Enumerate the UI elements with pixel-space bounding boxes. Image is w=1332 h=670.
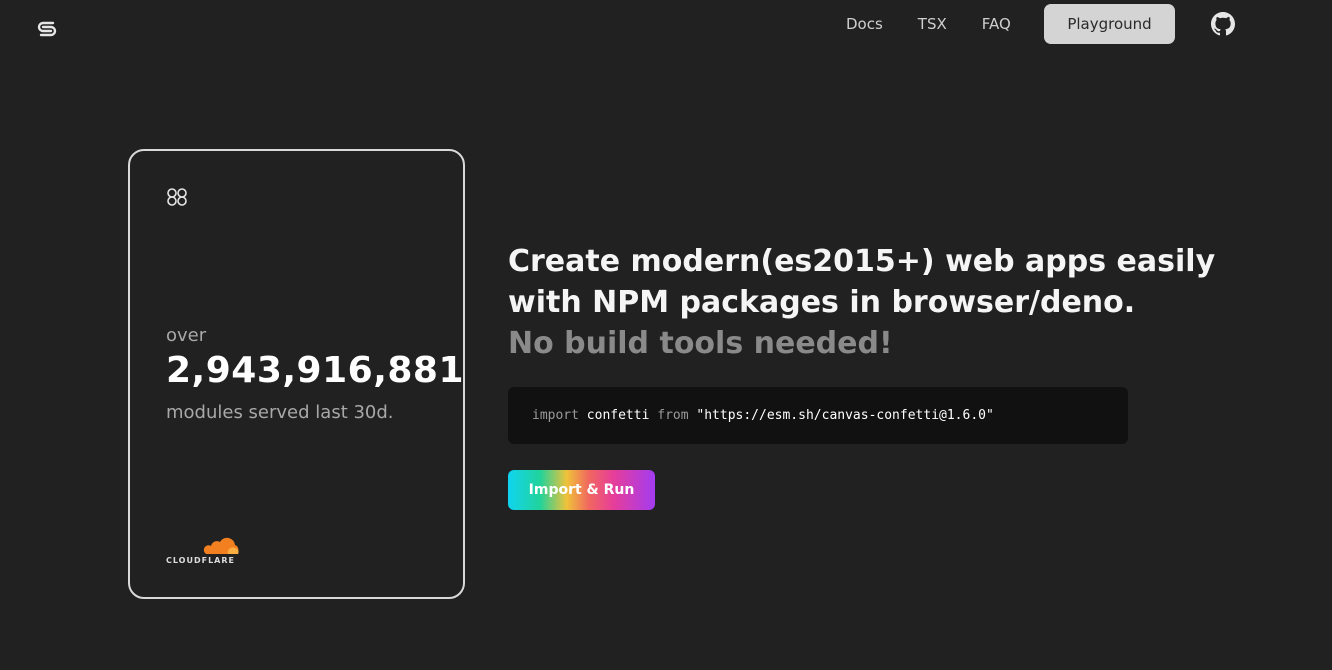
page: Docs TSX FAQ Playground over 2,943,916,8… xyxy=(0,0,1332,670)
code-url-string: "https://esm.sh/canvas-confetti@1.6.0" xyxy=(696,408,994,423)
nav-docs-link[interactable]: Docs xyxy=(846,15,883,33)
over-label: over xyxy=(166,325,207,346)
cloudflare-cloud-icon xyxy=(203,537,239,554)
import-and-run-button[interactable]: Import & Run xyxy=(508,470,655,510)
code-keyword-from: from xyxy=(657,408,689,423)
cloudflare-wordmark: CLOUDFLARE xyxy=(166,556,235,565)
hero-line-2: with NPM packages in browser/deno. xyxy=(508,285,1136,320)
infinity-icon xyxy=(166,188,188,206)
hero-headline: Create modern(es2015+) web apps easily w… xyxy=(508,241,1215,364)
nav-faq-link[interactable]: FAQ xyxy=(982,15,1011,33)
playground-button[interactable]: Playground xyxy=(1044,4,1175,44)
top-nav: Docs TSX FAQ xyxy=(820,4,1046,44)
code-keyword-import: import xyxy=(532,408,579,423)
modules-caption: modules served last 30d. xyxy=(166,402,394,423)
modules-count: 2,943,916,881 xyxy=(166,350,465,391)
stats-card: over 2,943,916,881 modules served last 3… xyxy=(128,149,465,599)
import-code-snippet[interactable]: import confetti from "https://esm.sh/can… xyxy=(508,387,1128,444)
github-icon[interactable] xyxy=(1211,12,1235,36)
esm-logo-icon[interactable] xyxy=(33,15,61,43)
cloudflare-logo: CLOUDFLARE xyxy=(166,536,240,566)
hero-line-1: Create modern(es2015+) web apps easily xyxy=(508,244,1216,279)
hero-line-3: No build tools needed! xyxy=(508,326,893,361)
nav-tsx-link[interactable]: TSX xyxy=(918,15,947,33)
code-identifier: confetti xyxy=(586,408,650,423)
